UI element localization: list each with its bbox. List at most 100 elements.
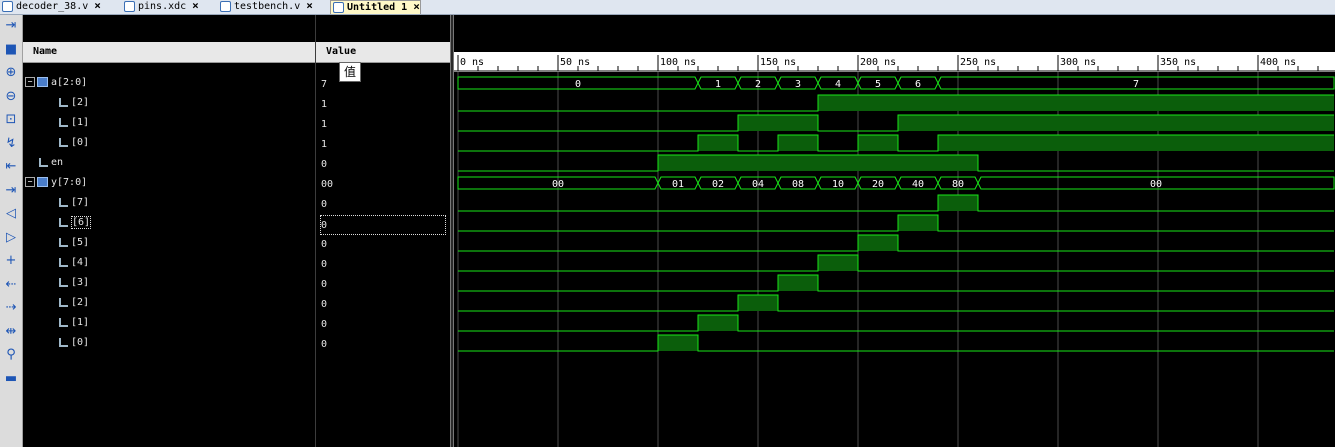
signal-row[interactable]: [3] [59, 273, 89, 293]
tab-pins-xdc[interactable]: pins.xdc × [122, 0, 199, 13]
signal-name: [0] [71, 137, 90, 148]
signal-row[interactable]: − a[2:0] [25, 73, 87, 93]
file-icon [2, 0, 13, 12]
tab-label: Untitled 1 [347, 2, 408, 13]
high-pulse [858, 235, 898, 251]
high-pulse [698, 135, 738, 151]
next-marker-icon[interactable]: ⇢ [3, 300, 19, 316]
tab-testbench-v[interactable]: testbench.v × [218, 0, 313, 13]
bus-value-label: 0 [575, 79, 581, 90]
signal-row[interactable]: [5] [59, 233, 89, 253]
bit-signal-icon [59, 117, 68, 127]
add-marker-icon[interactable]: + [3, 253, 19, 269]
value-column-label: Value [326, 46, 357, 57]
high-pulse [818, 95, 1334, 111]
signal-name: [4] [71, 257, 90, 268]
tab-label: testbench.v [234, 1, 301, 12]
signal-value: 00 [321, 179, 334, 190]
zoom-fit-icon[interactable]: ⊡ [3, 112, 19, 128]
collapse-icon[interactable]: − [25, 77, 35, 87]
signal-value: 7 [321, 79, 328, 90]
signal-name: [7] [71, 197, 90, 208]
signal-row[interactable]: [0] [59, 133, 89, 153]
value-tooltip: 值 [339, 62, 361, 82]
goto-end-icon[interactable]: ⇥ [3, 183, 19, 199]
bus-signal-icon [37, 77, 48, 87]
signal-row[interactable]: [6] [59, 213, 92, 233]
tab-decoder-38-v[interactable]: decoder_38.v × [0, 0, 101, 13]
signal-name-panel: Name − a[2:0] [2] [1] [0] en − y[7:0] [7] [6] [5] [… [23, 15, 316, 447]
bus-value-label: 3 [795, 79, 801, 90]
zoom-out-icon[interactable]: ⊖ [3, 89, 19, 105]
signal-row[interactable]: [0] [59, 333, 89, 353]
tab-label: pins.xdc [138, 1, 187, 12]
prev-marker-icon[interactable]: ⇠ [3, 277, 19, 293]
signal-name: [3] [71, 277, 90, 288]
cursor-icon[interactable]: ↯ [3, 136, 19, 152]
signal-row[interactable]: [7] [59, 193, 89, 213]
high-pulse [858, 135, 898, 151]
bit-signal-icon [59, 197, 68, 207]
name-column-header[interactable]: Name [23, 42, 315, 63]
ruler-tick-label: 50 ns [560, 57, 590, 68]
ruler-tick-label: 300 ns [1060, 57, 1096, 68]
close-icon[interactable]: × [192, 0, 199, 12]
bit-signal-icon [59, 277, 68, 287]
more-icon[interactable]: ▬ [3, 371, 19, 387]
bit-trace [458, 194, 1334, 212]
float-icon[interactable]: ⇥ [3, 18, 19, 34]
high-pulse [738, 295, 778, 311]
signal-row[interactable]: [2] [59, 93, 89, 113]
close-icon[interactable]: × [413, 0, 420, 13]
zoom-in-icon[interactable]: ⊕ [3, 65, 19, 81]
signal-row[interactable]: [2] [59, 293, 89, 313]
high-pulse [738, 115, 818, 131]
file-icon [220, 0, 231, 12]
swap-cursors-icon[interactable]: ⇹ [3, 324, 19, 340]
prev-transition-icon[interactable]: ◁ [3, 206, 19, 222]
waveform-toolbar: ⇥ ■ ⊕ ⊖ ⊡ ↯ ⇤ ⇥ ◁ ▷ + ⇠ ⇢ ⇹ ⚲ ▬ [0, 15, 23, 447]
signal-name: [0] [71, 337, 90, 348]
signal-row[interactable]: [1] [59, 313, 89, 333]
signal-name: [2] [71, 97, 90, 108]
value-column-header[interactable]: Value [316, 42, 450, 63]
next-transition-icon[interactable]: ▷ [3, 230, 19, 246]
bus-value-label: 04 [752, 179, 764, 190]
ruler-tick-label: 250 ns [960, 57, 996, 68]
snap-icon[interactable]: ⚲ [3, 347, 19, 363]
bit-signal-icon [59, 257, 68, 267]
signal-value: 1 [321, 99, 328, 110]
bit-signal-icon [59, 317, 68, 327]
ruler-tick-label: 150 ns [760, 57, 796, 68]
bus-value-label: 01 [672, 179, 684, 190]
collapse-icon[interactable]: − [25, 177, 35, 187]
close-icon[interactable]: × [306, 0, 313, 12]
bus-signal-icon [37, 177, 48, 187]
file-icon [124, 0, 135, 12]
bus-value-label: 02 [712, 179, 724, 190]
bus-value-label: 80 [952, 179, 964, 190]
bus-value-label: 4 [835, 79, 841, 90]
signal-value: 0 [321, 279, 328, 290]
save-icon[interactable]: ■ [3, 42, 19, 58]
signal-row[interactable]: en [39, 153, 63, 173]
tab-untitled-1[interactable]: Untitled 1 × [330, 0, 421, 14]
high-pulse [898, 215, 938, 231]
signal-row[interactable]: [4] [59, 253, 89, 273]
signal-row[interactable]: − y[7:0] [25, 173, 87, 193]
high-pulse [698, 315, 738, 331]
signal-row[interactable]: [1] [59, 113, 89, 133]
signal-name: en [51, 157, 64, 168]
bit-signal-icon [59, 217, 68, 227]
signal-name: a[2:0] [51, 77, 88, 88]
bus-value-label: 20 [872, 179, 884, 190]
waveform-canvas[interactable]: 0 ns 50 ns 100 ns 150 ns 200 ns 250 ns 300 ns 3… [454, 15, 1335, 447]
signal-value: 0 [321, 299, 328, 310]
close-icon[interactable]: × [94, 0, 101, 12]
signal-name: [1] [71, 317, 90, 328]
bit-trace [458, 314, 1334, 332]
bus-value-label: 2 [755, 79, 761, 90]
goto-start-icon[interactable]: ⇤ [3, 159, 19, 175]
waveform-svg: 0 ns 50 ns 100 ns 150 ns 200 ns 250 ns 300 ns 3… [454, 52, 1335, 447]
tab-label: decoder_38.v [16, 1, 89, 12]
